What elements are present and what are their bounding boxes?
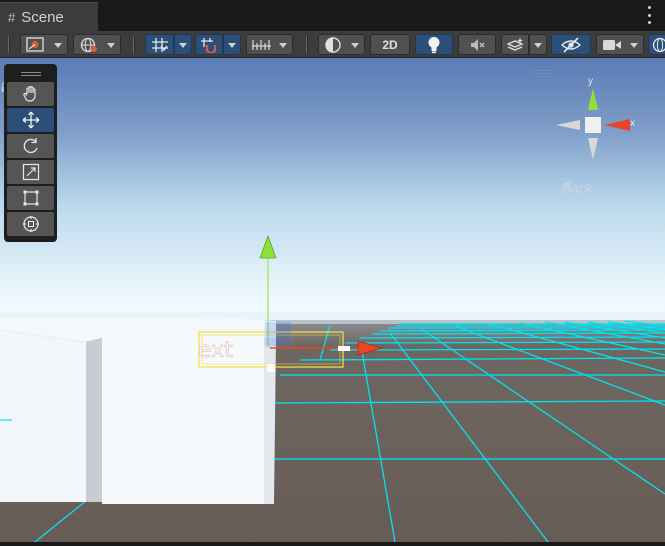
hand-icon — [22, 85, 36, 102]
hand-tool-button[interactable] — [7, 82, 54, 106]
transform-icon — [22, 216, 39, 232]
increment-snap-dropdown[interactable] — [246, 34, 293, 55]
grid-magnet-options[interactable] — [223, 34, 241, 55]
draw-mode-icon — [26, 37, 44, 52]
increment-snap-icon — [252, 39, 271, 50]
grid-magnet-toggle[interactable] — [195, 34, 223, 55]
gizmo-x-label: x — [630, 118, 635, 129]
toolbar-grip — [8, 36, 10, 53]
scene-view-globe-dropdown[interactable] — [73, 34, 121, 55]
shading-mode-dropdown[interactable] — [318, 34, 365, 55]
transform-tool-button[interactable] — [7, 212, 54, 236]
scene-visibility-toggle[interactable] — [551, 34, 591, 55]
tab-scene-label: Scene — [21, 8, 64, 26]
scene-viewport[interactable]: ext y x Back — [0, 58, 665, 542]
hash-grid-icon: # — [8, 9, 16, 25]
scale-icon — [22, 163, 39, 181]
tab-menu-button[interactable] — [647, 6, 651, 24]
lighting-toggle[interactable] — [415, 34, 453, 55]
chevron-left-icon — [562, 180, 572, 190]
gizmos-toggle[interactable] — [648, 34, 665, 55]
grid-snap-options[interactable] — [174, 34, 192, 55]
bottom-border — [0, 542, 665, 546]
rotate-tool-button[interactable] — [7, 134, 54, 158]
move-tool-button[interactable] — [7, 108, 54, 132]
gizmos-globe-icon — [652, 37, 665, 52]
draw-mode-dropdown[interactable] — [20, 34, 68, 55]
lightbulb-icon — [428, 36, 440, 53]
rect-transform-icon — [23, 190, 38, 206]
effects-toggle[interactable] — [501, 34, 529, 55]
toolbar-grip — [306, 36, 308, 53]
palette-drag-handle[interactable] — [7, 68, 54, 80]
audio-mute-icon — [471, 38, 485, 51]
gizmo-view-label[interactable]: Back — [562, 180, 593, 196]
tab-bar: # Scene — [0, 0, 665, 31]
move-gizmo-plane-handle[interactable] — [264, 321, 292, 347]
visibility-hidden-icon — [560, 36, 582, 53]
gizmo-center-cube[interactable] — [585, 117, 601, 133]
2d-toggle[interactable]: 2D — [370, 34, 410, 55]
audio-toggle[interactable] — [458, 34, 496, 55]
grid-snap-toggle[interactable] — [145, 34, 174, 55]
move-arrows-icon — [22, 111, 39, 129]
rect-tool-button[interactable] — [7, 186, 54, 210]
scale-tool-button[interactable] — [7, 160, 54, 184]
2d-label: 2D — [382, 37, 398, 52]
gizmo-y-label: y — [588, 76, 593, 87]
globe-icon — [80, 37, 97, 52]
camera-icon — [603, 39, 621, 50]
grid-snap-icon — [151, 37, 168, 52]
toolbar-grip — [133, 36, 135, 53]
effects-icon — [506, 37, 524, 51]
cube-object[interactable] — [0, 315, 276, 504]
effects-options[interactable] — [529, 34, 547, 55]
text-object[interactable]: ext — [198, 338, 234, 364]
tab-scene[interactable]: # Scene — [0, 2, 98, 31]
shading-icon — [325, 36, 341, 53]
camera-settings-dropdown[interactable] — [596, 34, 644, 55]
rotate-icon — [23, 138, 38, 154]
move-gizmo-center[interactable] — [338, 346, 350, 351]
scene-render: ext — [0, 58, 665, 542]
gizmo-drag-handle[interactable] — [534, 70, 552, 74]
scene-toolbar: 2D — [0, 31, 665, 58]
magnet-snap-icon — [201, 37, 217, 53]
tool-palette — [4, 64, 57, 242]
